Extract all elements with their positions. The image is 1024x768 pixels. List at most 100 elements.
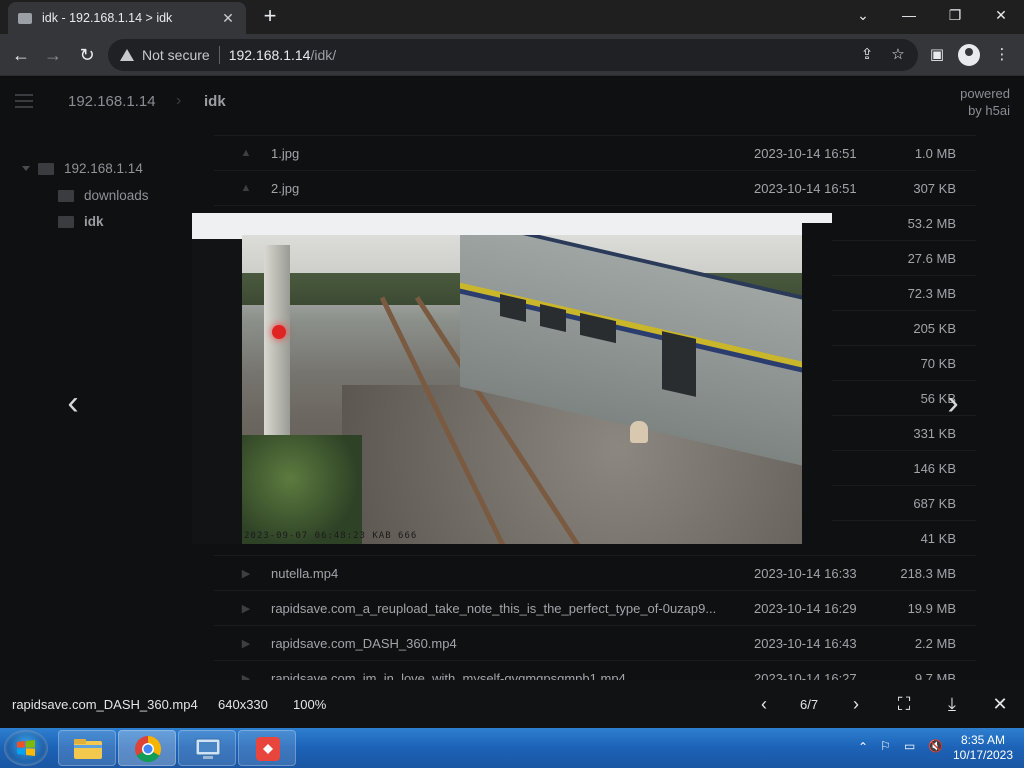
tree-label: idk [84, 214, 104, 229]
folder-icon [38, 162, 54, 175]
clock-date: 10/17/2023 [952, 748, 1014, 762]
close-tab-icon[interactable]: ✕ [220, 10, 236, 27]
close-window-button[interactable]: ✕ [978, 0, 1024, 30]
anydesk-icon [256, 737, 280, 761]
file-size: 53.2 MB [907, 215, 956, 231]
show-hidden-icons-icon[interactable]: ⌃ [858, 740, 868, 754]
profile-avatar[interactable] [958, 44, 980, 66]
viewer-dimensions: 640x330 [218, 697, 268, 712]
file-row[interactable]: ▶ nutella.mp4 2023-10-14 16:33 218.3 MB [214, 555, 976, 590]
video-play-icon: ▶ [241, 567, 251, 580]
tree-label: downloads [84, 188, 149, 203]
file-row[interactable]: ▶ rapidsave.com_DASH_360.mp4 2023-10-14 16… [214, 625, 976, 660]
close-viewer-icon[interactable]: ✕ [988, 692, 1012, 716]
powered-line1: powered [960, 86, 1010, 101]
warning-icon [120, 49, 134, 61]
video-letterbox [802, 223, 832, 544]
file-date: 2023-10-14 16:43 [754, 635, 857, 651]
tree-item-downloads[interactable]: downloads [58, 188, 149, 203]
more-menu-icon[interactable]: ⋮ [990, 43, 1014, 67]
forward-button[interactable]: → [40, 42, 66, 68]
volume-muted-icon[interactable]: 🔇 [928, 739, 943, 753]
bookmark-star-icon[interactable]: ☆ [886, 43, 910, 67]
image-file-icon: ▲ [240, 182, 252, 194]
file-explorer-icon [74, 739, 102, 759]
next-button[interactable]: › [844, 692, 868, 716]
file-name: 2.jpg [271, 180, 300, 196]
expand-caret-icon [22, 166, 30, 171]
file-date: 2023-10-14 16:51 [754, 145, 857, 161]
file-size: 41 KB [920, 530, 956, 546]
browser-tab[interactable]: idk - 192.168.1.14 > idk ✕ [8, 2, 246, 34]
previous-item-arrow-icon[interactable]: ‹ [58, 383, 88, 423]
scene-signal-pole [264, 245, 290, 455]
title-bar: idk - 192.168.1.14 > idk ✕ + ⌄ — ❐ ✕ [0, 0, 1024, 34]
file-size: 70 KB [920, 355, 956, 371]
not-secure-label: Not secure [142, 47, 210, 63]
video-play-icon: ▶ [241, 602, 251, 615]
address-bar[interactable]: Not secure 192.168.1.14 /idk/ [108, 39, 918, 71]
windows-taskbar: ⌃ ⚐ ▭ 🔇 8:35 AM 10/17/2023 [0, 728, 1024, 768]
taskbar-app-3[interactable] [178, 730, 236, 766]
viewer-filename: rapidsave.com_DASH_360.mp4 [12, 697, 198, 712]
folder-icon [58, 189, 74, 202]
folder-icon [18, 12, 32, 24]
fullscreen-icon[interactable]: ⛶ [892, 692, 916, 716]
file-date: 2023-10-14 16:51 [754, 180, 857, 196]
url-host: 192.168.1.14 [228, 47, 311, 63]
system-clock[interactable]: 8:35 AM 10/17/2023 [950, 733, 1016, 763]
file-size: 72.3 MB [907, 285, 956, 301]
breadcrumb-host[interactable]: 192.168.1.14 [68, 93, 156, 110]
tab-search-icon[interactable]: ⌄ [840, 0, 886, 30]
taskbar-app-4[interactable] [238, 730, 296, 766]
tree-item-idk[interactable]: idk [58, 214, 104, 229]
menu-icon[interactable] [15, 94, 33, 108]
file-size: 218.3 MB [900, 565, 956, 581]
prev-button[interactable]: ‹ [752, 692, 776, 716]
clock-time: 8:35 AM [960, 733, 1006, 747]
chrome-icon [135, 735, 162, 763]
scene-signal-light [272, 325, 286, 339]
action-center-icon[interactable]: ⚐ [880, 739, 891, 753]
scene-bush [242, 435, 362, 544]
reload-button[interactable]: ↻ [74, 42, 100, 68]
video-player[interactable]: 2023-09-07 06:48:23 KAB 666 [192, 213, 832, 544]
share-icon[interactable]: ⇪ [855, 43, 879, 67]
next-item-arrow-icon[interactable]: › [938, 383, 968, 423]
remote-desktop-icon [195, 738, 221, 759]
side-panel-icon[interactable]: ▣ [925, 43, 949, 67]
taskbar-chrome[interactable] [118, 730, 176, 766]
file-size: 687 KB [913, 495, 956, 511]
viewer-info-bar: rapidsave.com_DASH_360.mp4 640x330 100% … [0, 680, 1024, 728]
file-size: 1.0 MB [914, 145, 956, 161]
file-size: 307 KB [913, 180, 956, 196]
powered-by[interactable]: powered by h5ai [940, 85, 1010, 119]
minimize-button[interactable]: — [886, 0, 932, 30]
breadcrumb-current[interactable]: idk [204, 93, 226, 110]
file-date: 2023-10-14 16:33 [754, 565, 857, 581]
file-size: 205 KB [913, 320, 956, 336]
file-row[interactable]: ▶ rapidsave.com_a_reupload_take_note_this… [214, 590, 976, 625]
scene-train-door [662, 331, 696, 397]
viewer-index: 6/7 [800, 697, 819, 712]
image-file-icon: ▲ [240, 147, 252, 159]
tree-item-root[interactable]: 192.168.1.14 [22, 161, 143, 176]
start-button[interactable] [4, 730, 48, 766]
video-frame [242, 235, 802, 544]
powered-line2: by h5ai [968, 103, 1010, 118]
omnibox-divider [218, 46, 220, 64]
taskbar-explorer[interactable] [58, 730, 116, 766]
network-icon[interactable]: ▭ [904, 739, 915, 753]
new-tab-button[interactable]: + [258, 4, 282, 28]
tree-label: 192.168.1.14 [64, 161, 143, 176]
file-row[interactable]: ▲ 2.jpg 2023-10-14 16:51 307 KB [214, 170, 976, 205]
restore-button[interactable]: ❐ [932, 0, 978, 30]
file-name: rapidsave.com_DASH_360.mp4 [271, 635, 457, 651]
back-button[interactable]: ← [8, 42, 34, 68]
download-icon[interactable]: ⤓ [940, 692, 964, 716]
file-row[interactable]: ▲ 1.jpg 2023-10-14 16:51 1.0 MB [214, 135, 976, 170]
folder-icon [58, 215, 74, 228]
file-size: 27.6 MB [907, 250, 956, 266]
file-name: rapidsave.com_a_reupload_take_note_this_… [271, 600, 717, 616]
tab-title: idk - 192.168.1.14 > idk [42, 11, 173, 25]
